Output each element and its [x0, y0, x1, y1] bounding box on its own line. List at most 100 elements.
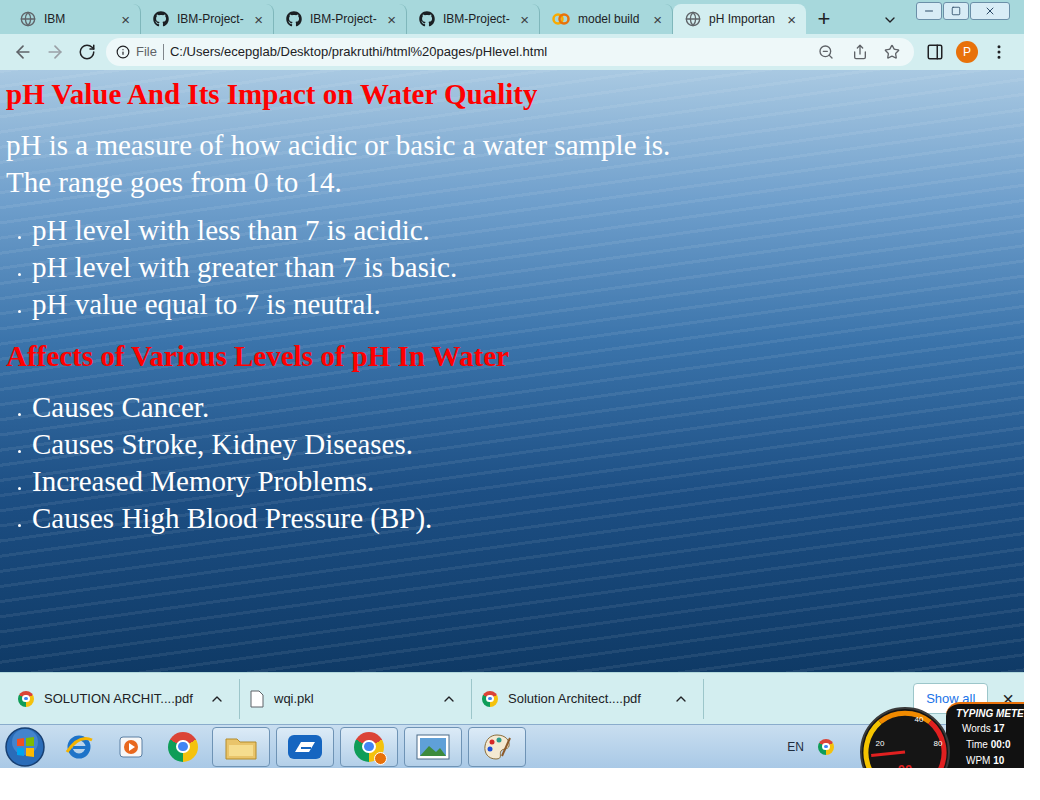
download-bar: SOLUTION ARCHIT....pdfwqi.pklSolution Ar…: [0, 672, 1024, 724]
file-icon: [250, 690, 264, 708]
download-menu-icon[interactable]: [209, 691, 225, 707]
internet-explorer-icon: [64, 732, 94, 762]
typing-meter: TYPING METEWords 17Time 00:0WPM 10402080…: [860, 700, 1024, 768]
taskbar-app[interactable]: [340, 727, 398, 767]
share-icon[interactable]: [852, 44, 868, 60]
start-button-icon[interactable]: [4, 726, 46, 768]
tab-search-icon[interactable]: [882, 12, 898, 28]
tab-label: IBM-Project-: [310, 10, 377, 28]
github-icon: [153, 11, 169, 27]
side-panel-icon[interactable]: [926, 43, 944, 61]
colab-icon: [552, 12, 570, 26]
minimize-button[interactable]: [916, 2, 942, 20]
download-menu-icon[interactable]: [441, 691, 457, 707]
maximize-icon: [951, 6, 961, 16]
meter-words: Words 17: [956, 721, 1024, 737]
reload-icon[interactable]: [78, 43, 96, 61]
meter-wpm: WPM 10: [956, 753, 1024, 768]
ph-level-item: pH level with less than 7 is acidic.: [6, 212, 1024, 249]
speed-gauge: 40 20 80 00: [860, 700, 952, 768]
tab-close-button[interactable]: ×: [518, 12, 531, 27]
svg-text:80: 80: [934, 739, 943, 748]
browser-tab[interactable]: IBM-Project- ×: [407, 4, 540, 34]
effect-item: Causes High Blood Pressure (BP).: [6, 500, 1024, 537]
github-icon: [286, 11, 302, 27]
taskbar-app[interactable]: [276, 727, 334, 767]
browser-tab[interactable]: IBM-Project- ×: [274, 4, 407, 34]
page-title: pH Value And Its Impact on Water Quality: [6, 76, 1024, 113]
security-label: File: [136, 42, 157, 62]
tab-close-button[interactable]: ×: [785, 12, 798, 27]
download-menu-icon[interactable]: [673, 691, 689, 707]
intro-line: The range goes from 0 to 14.: [6, 164, 1024, 201]
effects-heading: Affects of Various Levels of pH In Water: [6, 338, 1024, 375]
effect-item: Increased Memory Problems.: [6, 463, 1024, 500]
tab-label: IBM-Project-: [177, 10, 244, 28]
web-page: pH Value And Its Impact on Water Quality…: [0, 70, 1024, 672]
chrome-profile-icon: [354, 732, 384, 762]
pdf-file-icon: [482, 691, 498, 707]
svg-text:20: 20: [876, 739, 885, 748]
pinned-apps: [56, 727, 526, 767]
download-item[interactable]: wqi.pkl: [240, 679, 472, 719]
browser-tab[interactable]: IBM ×: [8, 4, 141, 34]
taskbar-app[interactable]: [160, 727, 206, 767]
svg-text:40: 40: [915, 715, 924, 724]
tab-close-button[interactable]: ×: [252, 12, 265, 27]
browser-tab[interactable]: model build ×: [540, 4, 673, 34]
bullet: [18, 524, 21, 527]
taskbar-app[interactable]: [108, 727, 154, 767]
close-icon: [984, 5, 996, 17]
url: C:/Users/ecepglab/Desktop/prakruthi/html…: [170, 42, 806, 62]
menu-icon[interactable]: [990, 43, 1008, 61]
omnibox[interactable]: File C:/Users/ecepglab/Desktop/prakruthi/…: [106, 38, 914, 66]
back-icon[interactable]: [13, 42, 33, 62]
effect-item: Causes Stroke, Kidney Diseases.: [6, 426, 1024, 463]
tab-label: pH Importan: [709, 10, 777, 28]
svg-text:00: 00: [898, 762, 912, 768]
ph-level-item: pH value equal to 7 is neutral.: [6, 286, 1024, 323]
profile-avatar[interactable]: P: [956, 41, 978, 63]
toolbar: File C:/Users/ecepglab/Desktop/prakruthi/…: [0, 34, 1024, 70]
browser-tab[interactable]: pH Importan ×: [673, 4, 806, 34]
folder-icon: [224, 733, 258, 761]
globe-icon: [20, 11, 36, 27]
download-item[interactable]: Solution Architect....pdf: [472, 679, 704, 719]
desktop: IBM×IBM-Project-×IBM-Project-×IBM-Projec…: [0, 0, 1024, 768]
bullet: [18, 413, 21, 416]
close-window-button[interactable]: [970, 2, 1010, 20]
tab-label: model build: [578, 10, 643, 28]
window-controls: [916, 2, 1010, 20]
tab-strip: IBM×IBM-Project-×IBM-Project-×IBM-Projec…: [0, 0, 1024, 34]
globe-icon: [685, 11, 701, 27]
bullet: [18, 236, 21, 239]
tab-label: IBM: [44, 10, 111, 28]
taskbar-app[interactable]: [56, 727, 102, 767]
bookmark-star-icon[interactable]: [884, 44, 900, 60]
tab-close-button[interactable]: ×: [119, 12, 132, 27]
taskbar-app[interactable]: [468, 727, 526, 767]
tab-label: IBM-Project-: [443, 10, 510, 28]
forward-icon[interactable]: [45, 42, 65, 62]
maximize-button[interactable]: [943, 2, 969, 20]
intro-paragraph: pH is a measure of how acidic or basic a…: [6, 127, 1024, 201]
photo-viewer-icon: [416, 734, 450, 760]
screen: IBM×IBM-Project-×IBM-Project-×IBM-Projec…: [0, 0, 1040, 800]
ph-level-item: pH level with greater than 7 is basic.: [6, 249, 1024, 286]
tab-close-button[interactable]: ×: [385, 12, 398, 27]
download-item[interactable]: SOLUTION ARCHIT....pdf: [8, 679, 240, 719]
taskbar-app[interactable]: [212, 727, 270, 767]
pdf-file-icon: [18, 691, 34, 707]
paint-icon: [482, 732, 512, 762]
chrome-tray-icon: [818, 739, 834, 755]
info-icon[interactable]: [116, 45, 130, 59]
language-indicator[interactable]: EN: [787, 738, 804, 756]
media-player-icon: [118, 734, 144, 760]
taskbar-app[interactable]: [404, 727, 462, 767]
ph-levels-list: pH level with less than 7 is acidic.pH l…: [6, 212, 1024, 323]
zoom-icon[interactable]: [818, 44, 834, 60]
browser-tab[interactable]: IBM-Project- ×: [141, 4, 274, 34]
minimize-icon: [923, 5, 935, 17]
tab-close-button[interactable]: ×: [651, 12, 664, 27]
new-tab-button[interactable]: +: [806, 4, 842, 34]
